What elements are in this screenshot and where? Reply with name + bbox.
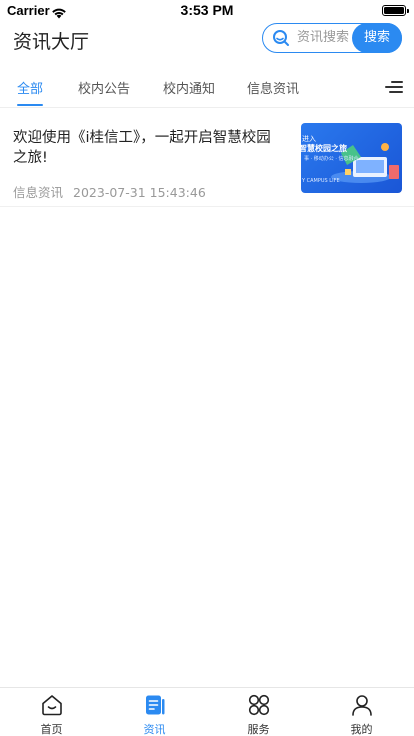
article-category: 信息资讯 (13, 185, 64, 200)
tabbar-item-news[interactable]: 资讯 (103, 688, 206, 736)
status-bar: Carrier 3:53 PM (0, 0, 414, 22)
battery-tip (407, 9, 409, 13)
thumbnail-text-line4: Y CAMPUS LIFE (302, 178, 340, 184)
tabbar-label-news: 资讯 (143, 723, 166, 736)
home-icon (40, 693, 64, 717)
active-tab-indicator (17, 104, 43, 106)
search-icon (272, 29, 290, 51)
thumbnail-text-line3: 事 · 移动办公 · 信息融合 (304, 156, 359, 162)
search-box[interactable]: 搜索 (262, 23, 402, 53)
menu-icon[interactable] (385, 78, 403, 96)
thumbnail-text-line2: 智慧校园之旅 (301, 144, 347, 153)
page-title: 资讯大厅 (13, 31, 90, 53)
header: 资讯大厅 搜索 (0, 22, 414, 60)
profile-icon (350, 693, 374, 717)
tab-campus-announcements[interactable]: 校内公告 (78, 78, 130, 97)
search-input[interactable] (297, 24, 355, 51)
status-time: 3:53 PM (180, 2, 234, 18)
news-icon (143, 693, 167, 717)
article-title[interactable]: 欢迎使用《i桂信工》，一起开启智慧校园之旅! (13, 128, 285, 168)
tabbar-label-profile: 我的 (350, 723, 373, 736)
tabbar-label-home: 首页 (40, 723, 63, 736)
tabbar-item-home[interactable]: 首页 (0, 688, 103, 736)
tab-all[interactable]: 全部 (17, 78, 43, 97)
bottom-tab-bar: 首页 资讯 服务 我的 (0, 687, 414, 736)
search-button[interactable]: 搜索 (352, 23, 402, 53)
services-icon (247, 693, 271, 717)
tab-info-news[interactable]: 信息资讯 (247, 78, 299, 97)
tabbar-item-services[interactable]: 服务 (207, 688, 310, 736)
tabbar-item-profile[interactable]: 我的 (310, 688, 413, 736)
category-tabs: 全部 校内公告 校内通知 信息资讯 (0, 70, 414, 108)
article-item[interactable]: 欢迎使用《i桂信工》，一起开启智慧校园之旅! 信息资讯 2023-07-31 15… (0, 110, 414, 207)
article-meta: 信息资讯 2023-07-31 15:43:46 (13, 182, 206, 201)
article-thumbnail[interactable]: 进入 智慧校园之旅 事 · 移动办公 · 信息融合 Y CAMPUS LIFE (301, 123, 402, 193)
tabbar-label-services: 服务 (247, 723, 270, 736)
tab-campus-notices[interactable]: 校内通知 (163, 78, 215, 97)
battery-icon (382, 5, 406, 16)
article-date: 2023-07-31 15:43:46 (73, 185, 206, 200)
